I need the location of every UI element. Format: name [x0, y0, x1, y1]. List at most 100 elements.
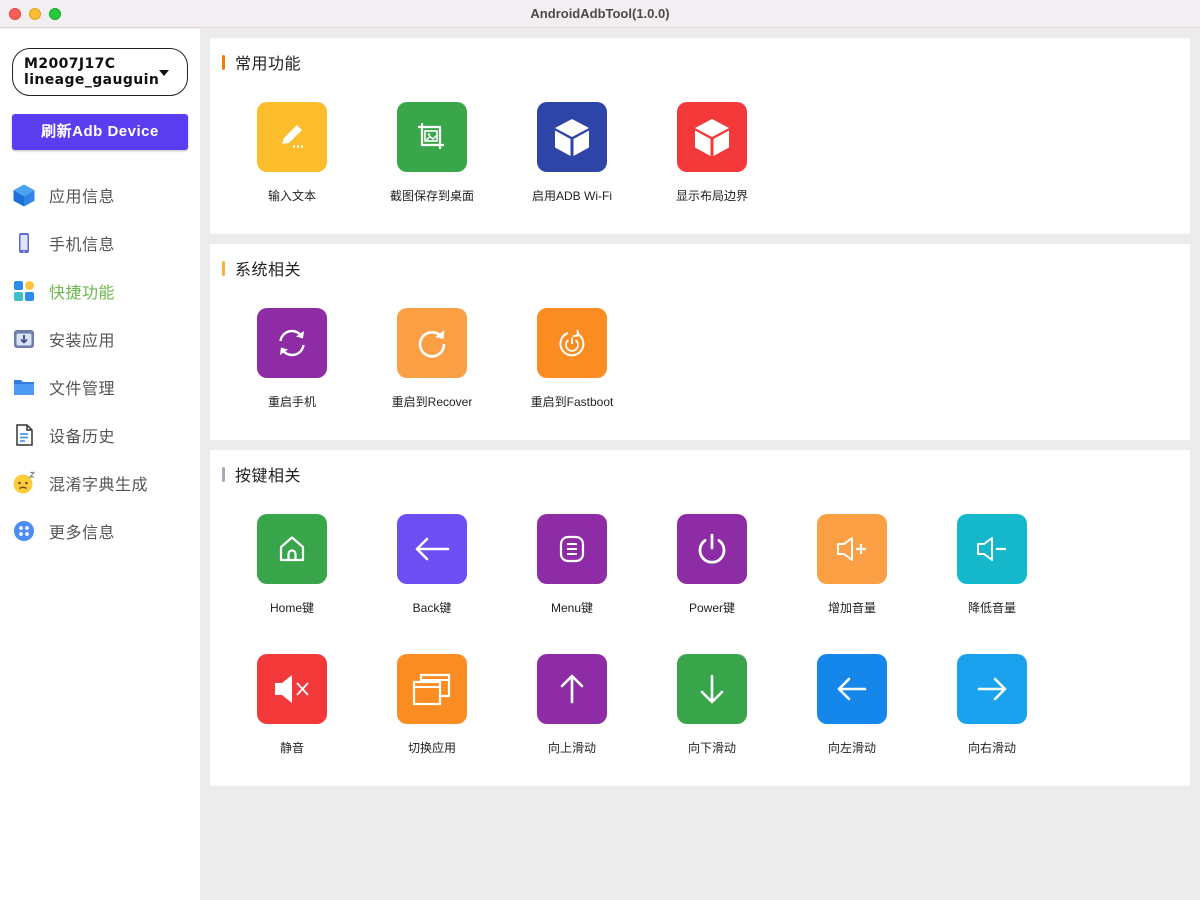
cube-icon [12, 183, 36, 207]
sidebar-item-label: 快捷功能 [49, 285, 116, 302]
more-icon [12, 519, 36, 543]
tile-swipe-down[interactable]: 向下滑动 [657, 654, 767, 756]
cube-icon [537, 102, 607, 172]
tile-label: 显示布局边界 [675, 189, 748, 203]
menu-icon [537, 514, 607, 584]
sidebar-item-label: 安装应用 [49, 333, 116, 350]
tile-reboot-to-fastboot[interactable]: 重启到Fastboot [517, 308, 627, 410]
arrow-back-icon [397, 514, 467, 584]
folder-icon [12, 375, 36, 399]
tile-label: 启用ADB Wi-Fi [532, 189, 612, 203]
document-icon [12, 423, 36, 447]
tile-volume-down[interactable]: 降低音量 [937, 514, 1047, 616]
tile-home-key[interactable]: Home键 [237, 514, 347, 616]
tile-screenshot-to-desktop[interactable]: 截图保存到桌面 [377, 102, 487, 204]
device-dropdown[interactable]: M2007J17C lineage_gauguin [12, 48, 188, 96]
sidebar-item-label: 手机信息 [49, 237, 116, 254]
switch-app-icon [397, 654, 467, 724]
caret-down-icon [159, 70, 169, 76]
tile-label: 重启到Fastboot [530, 395, 614, 409]
home-icon [257, 514, 327, 584]
section-title: 常用功能 [235, 56, 302, 73]
tile-back-key[interactable]: Back键 [377, 514, 487, 616]
sidebar-item-label: 更多信息 [49, 525, 116, 542]
volume-up-icon [817, 514, 887, 584]
sidebar-nav: 应用信息 手机信息 快捷功能 安装应用 文件管理 设备历史 混淆字典生成 更多信… [0, 171, 200, 555]
section-accent-bar [222, 260, 225, 276]
tile-label: Back键 [412, 601, 452, 615]
mute-icon [257, 654, 327, 724]
sidebar-item-quick-functions[interactable]: 快捷功能 [0, 267, 200, 315]
tile-label: 向下滑动 [687, 741, 736, 755]
tile-enable-adb-wifi[interactable]: 启用ADB Wi-Fi [517, 102, 627, 204]
arrow-right-icon [957, 654, 1027, 724]
sidebar-item-install-app[interactable]: 安装应用 [0, 315, 200, 363]
tile-volume-up[interactable]: 增加音量 [797, 514, 907, 616]
title-bar: AndroidAdbTool(1.0.0) [0, 0, 1200, 28]
pencil-icon [257, 102, 327, 172]
arrow-left-icon [817, 654, 887, 724]
sidebar-item-app-info[interactable]: 应用信息 [0, 171, 200, 219]
refresh-icon [397, 308, 467, 378]
tile-reboot-to-recovery[interactable]: 重启到Recover [377, 308, 487, 410]
power-circle-icon [537, 308, 607, 378]
section-header: 常用功能 [222, 53, 302, 73]
sidebar-item-label: 文件管理 [49, 381, 116, 398]
tile-label: 重启到Recover [391, 395, 473, 409]
tile-label: 输入文本 [267, 189, 316, 203]
tile-label: 向左滑动 [827, 741, 876, 755]
section-title: 按键相关 [235, 468, 302, 485]
tile-menu-key[interactable]: Menu键 [517, 514, 627, 616]
tile-reboot-phone[interactable]: 重启手机 [237, 308, 347, 410]
sidebar-item-label: 混淆字典生成 [49, 477, 149, 494]
volume-down-icon [957, 514, 1027, 584]
window-title: AndroidAdbTool(1.0.0) [530, 6, 670, 21]
sidebar-item-obfuscation-dictionary[interactable]: 混淆字典生成 [0, 459, 200, 507]
tile-label: 静音 [279, 741, 304, 755]
tile-mute[interactable]: 静音 [237, 654, 347, 756]
arrow-up-icon [537, 654, 607, 724]
sidebar-item-phone-info[interactable]: 手机信息 [0, 219, 200, 267]
section-accent-bar [222, 54, 225, 70]
tile-label: Menu键 [550, 601, 594, 615]
sidebar-item-label: 设备历史 [49, 429, 116, 446]
emoji-icon [12, 471, 36, 495]
sidebar-item-label: 应用信息 [49, 189, 116, 206]
tile-swipe-up[interactable]: 向上滑动 [517, 654, 627, 756]
section-header: 按键相关 [222, 465, 302, 485]
section-header: 系统相关 [222, 259, 302, 279]
sync-icon [257, 308, 327, 378]
section-accent-bar [222, 466, 225, 482]
arrow-down-icon [677, 654, 747, 724]
tile-swipe-right[interactable]: 向右滑动 [937, 654, 1047, 756]
sidebar-item-device-history[interactable]: 设备历史 [0, 411, 200, 459]
phone-icon [12, 231, 36, 255]
tile-label: 重启手机 [267, 395, 316, 409]
sidebar-item-file-manager[interactable]: 文件管理 [0, 363, 200, 411]
tile-show-layout-bounds[interactable]: 显示布局边界 [657, 102, 767, 204]
tile-label: 向右滑动 [967, 741, 1016, 755]
tile-label: Power键 [688, 601, 735, 615]
cube-icon [677, 102, 747, 172]
screenshot-icon [397, 102, 467, 172]
tile-label: Home键 [269, 601, 314, 615]
tile-label: 降低音量 [967, 601, 1016, 615]
panel-system: 系统相关 重启手机 重启到Recover 重启到Fastboot [210, 244, 1190, 440]
tile-label: 增加音量 [827, 601, 876, 615]
tile-label: 切换应用 [407, 741, 456, 755]
tile-swipe-left[interactable]: 向左滑动 [797, 654, 907, 756]
panel-keys: 按键相关 Home键 Back键 Menu键 Power键 增加音量 降低音量 … [210, 450, 1190, 786]
install-icon [12, 327, 36, 351]
sidebar: M2007J17C lineage_gauguin 刷新Adb Device 应… [0, 29, 200, 900]
power-icon [677, 514, 747, 584]
section-title: 系统相关 [235, 262, 302, 279]
tile-power-key[interactable]: Power键 [657, 514, 767, 616]
tile-label: 截图保存到桌面 [389, 189, 474, 203]
tile-input-text[interactable]: 输入文本 [237, 102, 347, 204]
sidebar-item-more-info[interactable]: 更多信息 [0, 507, 200, 555]
grid-icon [12, 279, 36, 303]
refresh-adb-device-button[interactable]: 刷新Adb Device [12, 114, 188, 150]
tile-label: 向上滑动 [547, 741, 596, 755]
panel-common-functions: 常用功能 输入文本 截图保存到桌面 启用ADB Wi-Fi 显示布局边界 [210, 38, 1190, 234]
tile-switch-app[interactable]: 切换应用 [377, 654, 487, 756]
